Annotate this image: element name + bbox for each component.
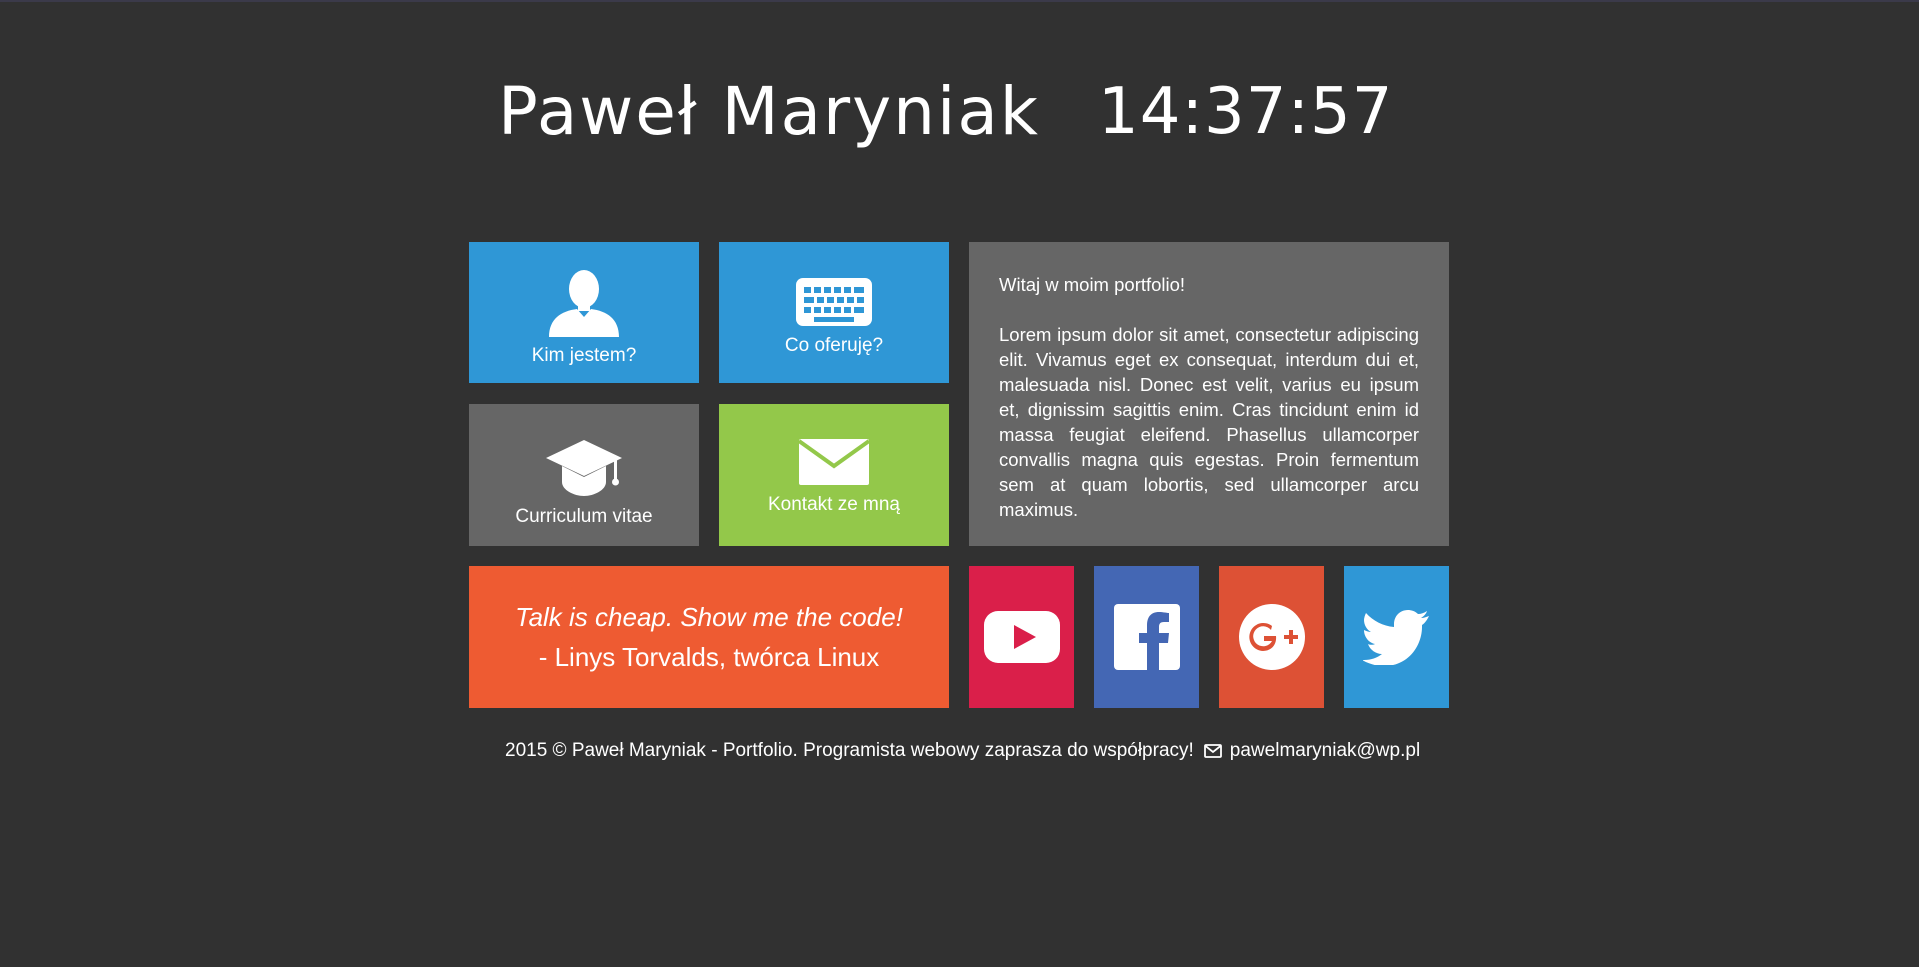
quote-text: Talk is cheap. Show me the code!	[515, 602, 903, 632]
youtube-icon	[983, 610, 1061, 664]
clock: 14:37:57	[1098, 75, 1394, 149]
welcome-heading: Witaj w moim portfolio!	[999, 274, 1186, 295]
keyboard-icon	[795, 277, 873, 327]
google-plus-button[interactable]	[1219, 566, 1324, 708]
footer: 2015 © Paweł Maryniak - Portfolio. Progr…	[505, 737, 1420, 765]
welcome-panel: Witaj w moim portfolio! Lorem ipsum dolo…	[969, 242, 1449, 546]
tile-contact[interactable]: Kontakt ze mną	[719, 404, 949, 546]
tile-contact-label: Kontakt ze mną	[767, 494, 901, 515]
tile-cv-label: Curriculum vitae	[515, 506, 653, 527]
youtube-button[interactable]	[969, 566, 1074, 708]
tile-offer-label: Co oferuję?	[784, 334, 884, 356]
tile-about[interactable]: Kim jestem?	[469, 242, 699, 383]
site-title: Paweł Maryniak	[498, 73, 1041, 150]
facebook-icon	[1113, 603, 1181, 671]
mail-icon	[1203, 744, 1222, 758]
tile-about-label: Kim jestem?	[531, 344, 637, 366]
tile-cv[interactable]: Curriculum vitae	[469, 404, 699, 546]
header: Paweł Maryniak	[498, 72, 1040, 152]
twitter-icon	[1362, 609, 1431, 665]
graduation-cap-icon	[544, 438, 624, 498]
footer-email-link[interactable]: pawelmaryniak@wp.pl	[1230, 737, 1420, 765]
quote-author: - Linys Torvalds, twórca Linux	[538, 642, 880, 672]
google-plus-icon	[1238, 603, 1306, 671]
welcome-body: Lorem ipsum dolor sit amet, consectetur …	[999, 324, 1419, 520]
footer-text: 2015 © Paweł Maryniak - Portfolio. Progr…	[505, 740, 1194, 761]
envelope-icon	[798, 438, 870, 486]
top-strip	[0, 0, 1919, 2]
quote-panel: Talk is cheap. Show me the code! - Linys…	[469, 566, 949, 708]
tile-offer[interactable]: Co oferuję?	[719, 242, 949, 383]
twitter-button[interactable]	[1344, 566, 1449, 708]
page: Paweł Maryniak 14:37:57 Kim jestem? Co o…	[0, 0, 1919, 967]
user-icon	[547, 267, 621, 337]
facebook-button[interactable]	[1094, 566, 1199, 708]
